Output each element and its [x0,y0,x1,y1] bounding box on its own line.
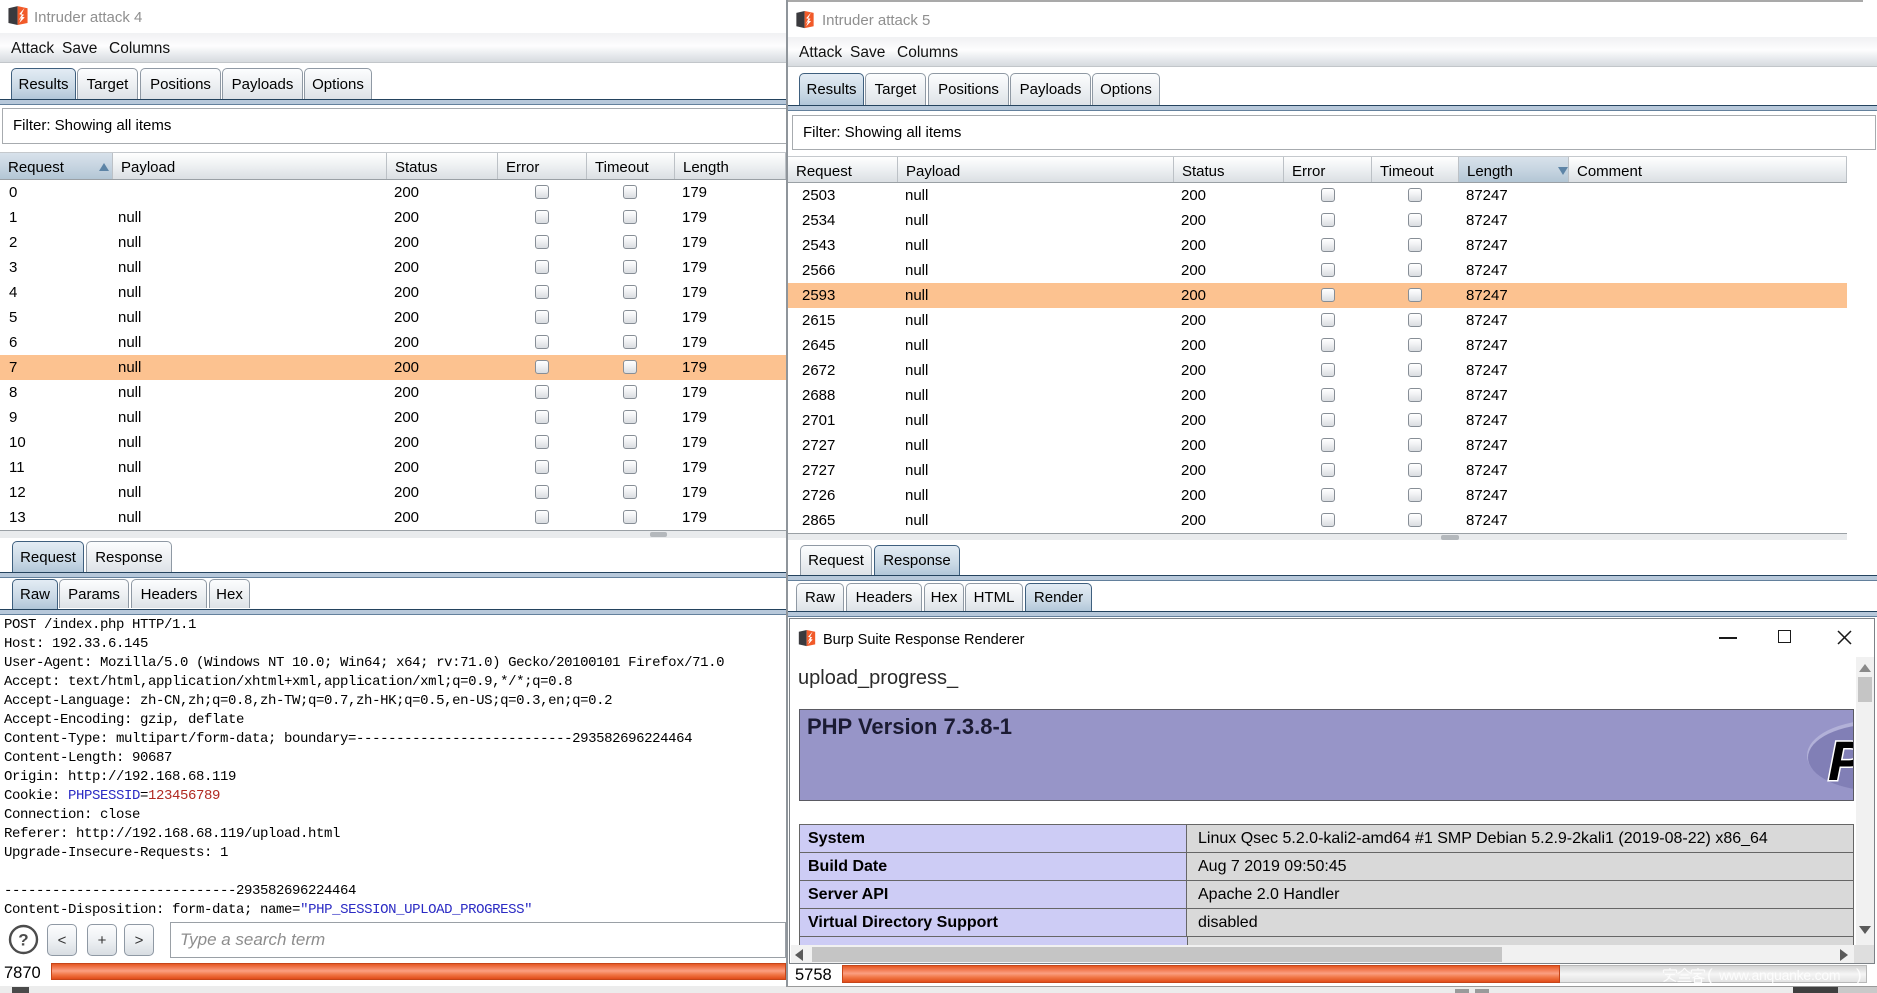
svg-text:www.anquanke.com: www.anquanke.com [1718,967,1840,983]
svg-text:P: P [1828,729,1854,792]
svg-text:(: ( [1707,966,1713,984]
svg-text:?: ? [18,931,28,950]
svg-text:): ) [1856,966,1862,984]
